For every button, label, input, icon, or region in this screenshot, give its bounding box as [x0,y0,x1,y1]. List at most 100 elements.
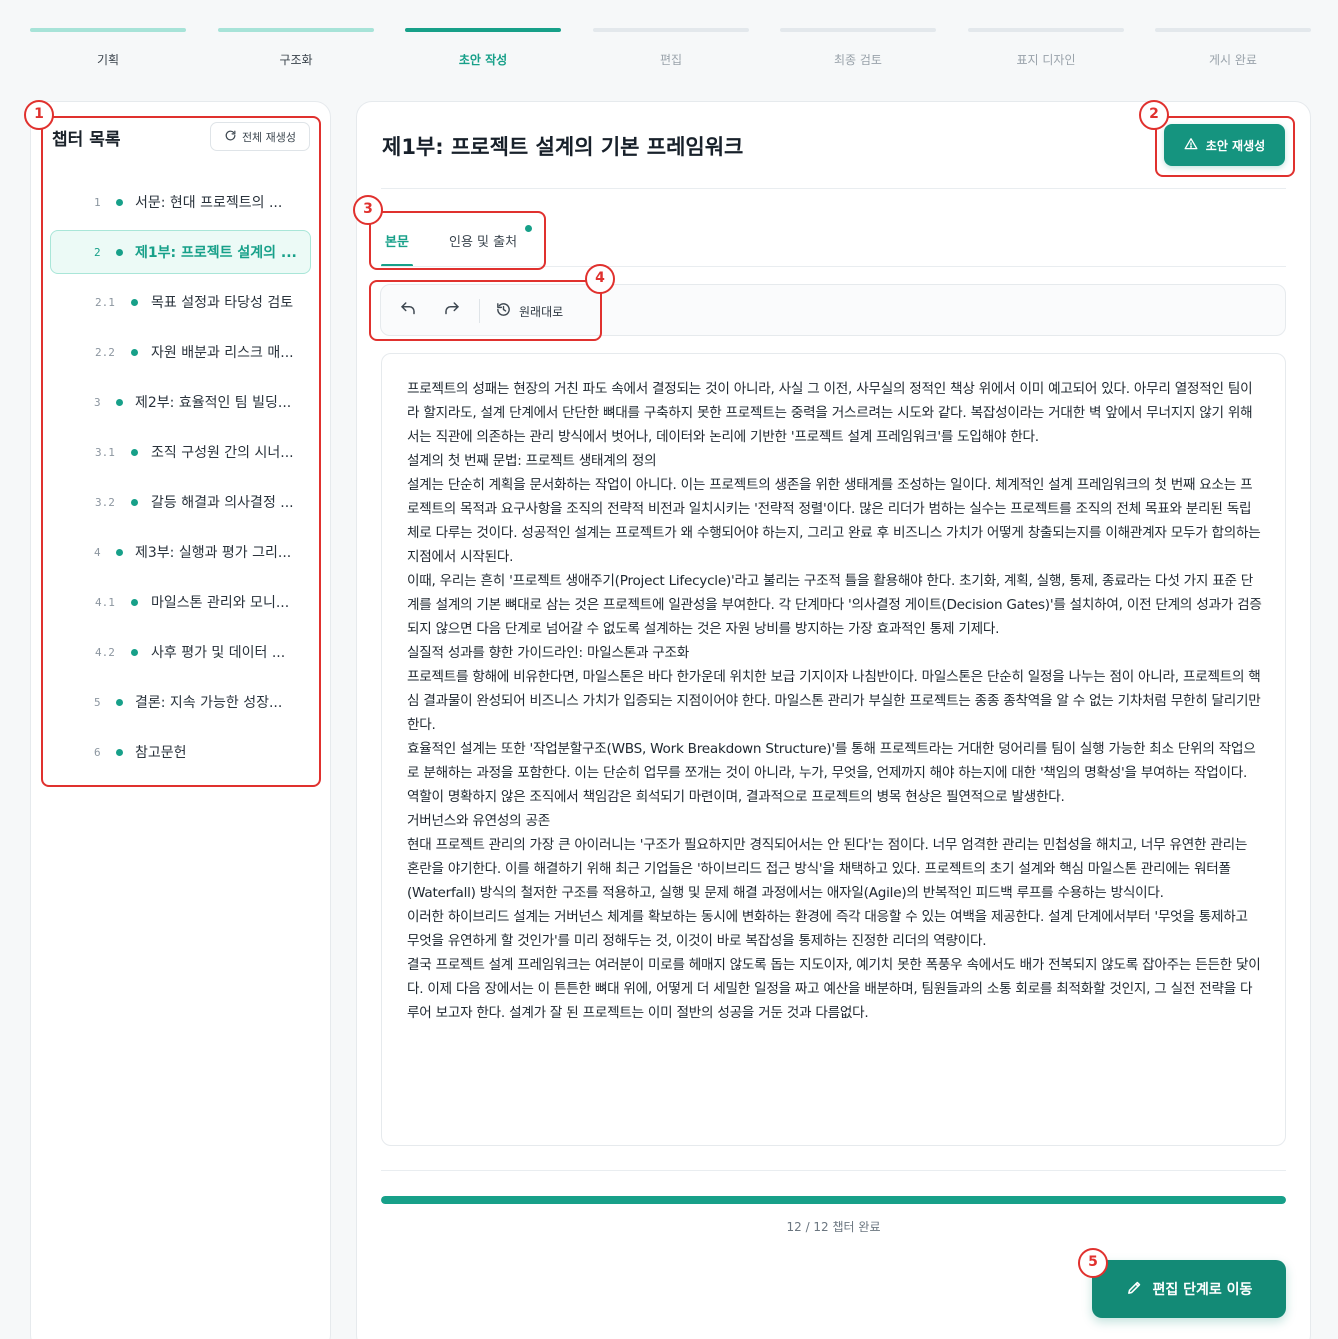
draft-paragraph: 프로젝트를 항해에 비유한다면, 마일스톤은 바다 한가운데 위치한 보급 기지… [407,669,1261,733]
pencil-icon [1126,1279,1143,1300]
chapter-item[interactable]: 6 참고문헌 [50,730,311,774]
chapter-title-label: 서문: 현대 프로젝트의 ... [135,195,283,211]
chapter-progress-fill [381,1196,1286,1204]
chapter-title-label: 제3부: 실행과 평가 그리... [135,545,292,561]
chapter-number: 5 [94,695,101,709]
chapter-title-label: 사후 평가 및 데이터 ... [151,645,286,661]
draft-paragraph: 실질적 성과를 향한 가이드라인: 마일스톤과 구조화 [407,645,690,661]
chapter-item[interactable]: 4 제3부: 실행과 평가 그리... [50,530,311,574]
chapter-number: 4.2 [95,645,115,659]
undo-button[interactable] [395,298,421,324]
step-bar [405,28,561,32]
chapter-item[interactable]: 2.1 목표 설정과 타당성 검토 [50,280,311,324]
chapter-item[interactable]: 2 제1부: 프로젝트 설계의 ... [50,230,311,274]
redo-icon [443,300,461,322]
tab-citations[interactable]: 인용 및 출처 [449,231,517,250]
chapter-item[interactable]: 1 서문: 현대 프로젝트의 ... [50,180,311,224]
draft-paragraph: 프로젝트의 성패는 현장의 거친 파도 속에서 결정되는 것이 아니라, 사실 … [407,381,1253,445]
draft-text[interactable]: 프로젝트의 성패는 현장의 거친 파도 속에서 결정되는 것이 아니라, 사실 … [407,377,1263,1025]
step-label: 최종 검토 [834,53,882,67]
progress-stepper: 기획 구조화 초안 작성 편집 최종 검토 표지 디자인 게시 완료 [30,28,1311,74]
chapter-progress-label: 12 / 12 챕터 완료 [786,1220,881,1234]
step-label: 편집 [659,53,683,67]
regenerate-draft-button[interactable]: 초안 재생성 [1164,124,1285,166]
draft-paragraph: 설계는 단순히 계획을 문서화하는 작업이 아니다. 이는 프로젝트의 생존을 … [407,477,1261,565]
chapter-status-dot [116,399,123,406]
chapter-title-label: 자원 배분과 리스크 매... [151,345,294,361]
draft-paragraph: 이러한 하이브리드 설계는 거버넌스 체계를 확보하는 동시에 변화하는 환경에… [407,909,1248,949]
draft-editor[interactable]: 프로젝트의 성패는 현장의 거친 파도 속에서 결정되는 것이 아니라, 사실 … [381,353,1286,1146]
chapter-status-dot [116,549,123,556]
chapter-number: 6 [94,745,101,759]
header-divider [381,188,1286,189]
chapter-number: 3 [94,395,101,409]
annotation-marker-1: 1 [24,100,54,130]
footer-divider [381,1170,1286,1171]
chapter-progress-bar [381,1196,1286,1204]
step-label: 구조화 [279,53,313,67]
annotation-marker-2: 2 [1139,100,1169,130]
step-label: 기획 [96,53,120,67]
chapter-title-label: 조직 구성원 간의 시너... [151,445,294,461]
annotation-marker-4: 4 [585,264,615,294]
refresh-icon [224,129,237,145]
chapter-title-label: 제2부: 효율적인 팀 빌딩... [135,395,292,411]
step-6: 표지 디자인 [968,28,1124,68]
draft-paragraph: 설계의 첫 번째 문법: 프로젝트 생태계의 정의 [407,453,657,469]
go-to-edit-label: 편집 단계로 이동 [1152,1282,1253,1298]
step-bar [30,28,186,32]
chapter-status-dot [131,449,138,456]
chapter-status-dot [131,599,138,606]
tab-body[interactable]: 본문 [385,231,409,250]
chapter-item[interactable]: 2.2 자원 배분과 리스크 매... [50,330,311,374]
chapter-number: 4 [94,545,101,559]
step-label: 표지 디자인 [1016,53,1076,67]
step-label: 초안 작성 [458,53,508,67]
chapter-title-label: 참고문헌 [135,745,187,761]
chapter-title-label: 갈등 해결과 의사결정 ... [151,495,294,511]
reset-label: 원래대로 [519,304,564,319]
step-label: 게시 완료 [1209,53,1257,67]
chapter-title-label: 제1부: 프로젝트 설계의 ... [135,245,297,261]
chapter-item[interactable]: 5 결론: 지속 가능한 성장... [50,680,311,724]
reset-icon [495,301,512,321]
chapter-number: 2.1 [95,295,115,309]
chapter-status-dot [116,199,123,206]
redo-button[interactable] [439,298,465,324]
chapter-status-dot [116,749,123,756]
step-bar [1155,28,1311,32]
chapter-status-dot [116,699,123,706]
citation-indicator-dot [525,225,532,232]
chapter-title-label: 결론: 지속 가능한 성장... [135,695,283,711]
step-bar [218,28,374,32]
chapter-item[interactable]: 4.2 사후 평가 및 데이터 ... [50,630,311,674]
chapter-status-dot [131,499,138,506]
step-4: 편집 [593,28,749,68]
draft-paragraph: 이때, 우리는 흔히 '프로젝트 생애주기(Project Lifecycle)… [407,573,1262,637]
annotation-marker-3: 3 [353,195,383,225]
draft-paragraph: 현대 프로젝트 관리의 가장 큰 아이러니는 '구조가 필요하지만 경직되어서는… [407,837,1248,901]
chapter-status-dot [131,299,138,306]
reset-button[interactable]: 원래대로 [495,298,563,324]
step-5: 최종 검토 [780,28,936,68]
chapter-number: 3.1 [95,445,115,459]
undo-icon [399,300,417,322]
draft-paragraph: 효율적인 설계는 또한 '작업분할구조(WBS, Work Breakdown … [407,741,1256,805]
chapter-number: 1 [94,195,101,209]
regenerate-all-button[interactable]: 전체 재생성 [210,122,310,151]
step-1: 기획 [30,28,186,68]
editor-toolbar: 원래대로 [380,284,1286,336]
chapter-title: 제1부: 프로젝트 설계의 기본 프레임워크 [382,135,744,159]
chapter-item[interactable]: 3.1 조직 구성원 간의 시너... [50,430,311,474]
step-bar [780,28,936,32]
chapter-status-dot [131,649,138,656]
warning-triangle-icon [1184,137,1198,154]
step-bar [593,28,749,32]
regenerate-all-label: 전체 재생성 [241,130,297,144]
chapter-item[interactable]: 4.1 마일스톤 관리와 모니... [50,580,311,624]
chapter-item[interactable]: 3 제2부: 효율적인 팀 빌딩... [50,380,311,424]
chapter-number: 4.1 [95,595,115,609]
annotation-marker-5: 5 [1078,1248,1108,1278]
chapter-item[interactable]: 3.2 갈등 해결과 의사결정 ... [50,480,311,524]
go-to-edit-button[interactable]: 편집 단계로 이동 [1092,1260,1286,1318]
